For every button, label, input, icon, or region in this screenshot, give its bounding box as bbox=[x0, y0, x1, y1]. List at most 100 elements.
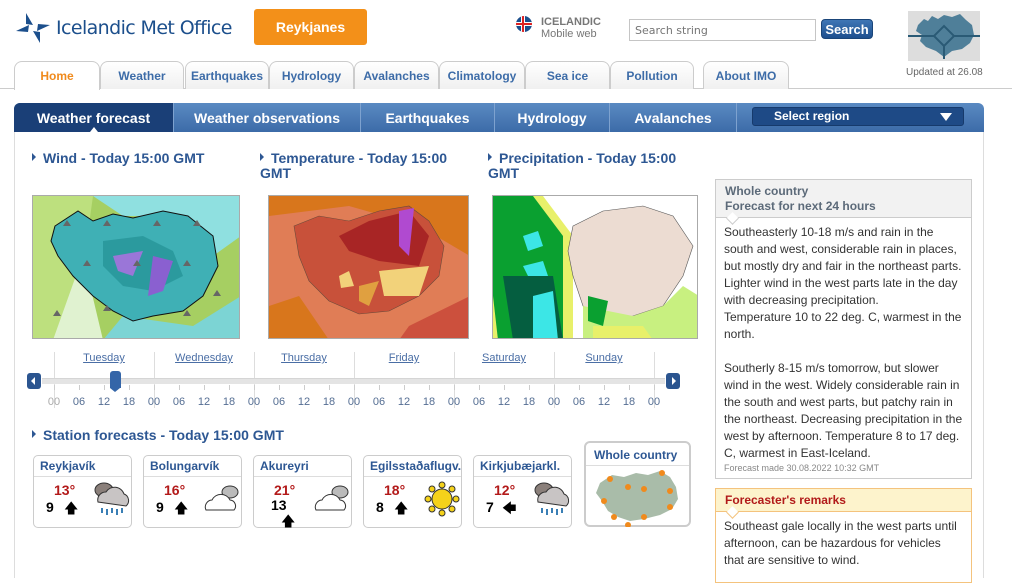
forecasters-remarks: Forecaster's remarks Southeast gale loca… bbox=[715, 488, 972, 583]
subnav-earthquakes[interactable]: Earthquakes bbox=[361, 103, 495, 132]
tab-sea-ice[interactable]: Sea ice bbox=[525, 61, 610, 89]
logo-text: Icelandic Met Office bbox=[56, 17, 232, 39]
whole-country-label: Whole country bbox=[586, 443, 689, 466]
timeline-hour-label[interactable]: 12 bbox=[494, 396, 514, 408]
station-temperature: 16° bbox=[164, 482, 186, 498]
precipitation-map[interactable] bbox=[492, 195, 698, 339]
search-input[interactable] bbox=[629, 19, 816, 41]
timeline-hour-label[interactable]: 18 bbox=[519, 396, 539, 408]
timeline-hour-label[interactable]: 12 bbox=[194, 396, 214, 408]
station-wind-speed: 9 bbox=[46, 499, 54, 515]
timeline-tick bbox=[404, 385, 405, 390]
wind-map-title[interactable]: Wind - Today 15:00 GMT bbox=[32, 151, 252, 166]
station-card[interactable]: Bolungarvík 16° 9 🡅 bbox=[143, 455, 242, 528]
cloudy-icon bbox=[204, 485, 239, 511]
timeline-track[interactable] bbox=[42, 378, 665, 384]
timeline-tick bbox=[579, 385, 580, 390]
station-wind-speed: 9 bbox=[156, 499, 164, 515]
precipitation-map-title[interactable]: Precipitation - Today 15:00 GMT bbox=[488, 151, 688, 181]
temperature-map-title[interactable]: Temperature - Today 15:00 GMT bbox=[260, 151, 460, 181]
timeline-next-button[interactable] bbox=[666, 373, 680, 389]
timeline-tick bbox=[454, 385, 455, 390]
timeline-hour-label[interactable]: 00 bbox=[644, 396, 664, 408]
timeline-prev-button[interactable] bbox=[27, 373, 41, 389]
timeline-hour-label[interactable]: 00 bbox=[144, 396, 164, 408]
timeline-day-thursday[interactable]: Thursday bbox=[254, 352, 354, 364]
timeline-hour-label[interactable]: 00 bbox=[544, 396, 564, 408]
iceland-regions-icon bbox=[908, 11, 980, 61]
temperature-map[interactable] bbox=[268, 195, 469, 339]
timeline-day-tuesday[interactable]: Tuesday bbox=[54, 352, 154, 364]
timeline-day-saturday[interactable]: Saturday bbox=[454, 352, 554, 364]
tab-hydrology[interactable]: Hydrology bbox=[269, 61, 354, 89]
whole-country-card[interactable]: Whole country bbox=[584, 441, 691, 527]
timeline-hour-label[interactable]: 06 bbox=[269, 396, 289, 408]
select-region-dropdown[interactable]: Select region bbox=[752, 107, 964, 126]
timeline-tick bbox=[129, 385, 130, 390]
timeline-hour-label[interactable]: 00 bbox=[44, 396, 64, 408]
station-card[interactable]: Reykjavík 13° 9 🡅 bbox=[33, 455, 132, 528]
subnav-hydrology[interactable]: Hydrology bbox=[495, 103, 610, 132]
language-switch[interactable]: ICELANDIC Mobile web bbox=[516, 16, 601, 40]
station-card[interactable]: Egilsstaðaflugv. 18° 8 🡅 bbox=[363, 455, 462, 528]
subnav-weather-observations[interactable]: Weather observations bbox=[174, 103, 361, 132]
station-card[interactable]: Akureyri 21° 13 🡅 bbox=[253, 455, 352, 529]
timeline-hour-label[interactable]: 06 bbox=[469, 396, 489, 408]
timeline-tick bbox=[479, 385, 480, 390]
remarks-text: Southeast gale locally in the west parts… bbox=[724, 519, 957, 567]
whole-country-forecast: Whole country Forecast for next 24 hours… bbox=[715, 179, 972, 479]
timeline-hour-label[interactable]: 00 bbox=[444, 396, 464, 408]
wind-arrow-up-icon: 🡅 bbox=[281, 513, 296, 529]
bullet-icon bbox=[32, 430, 36, 438]
station-temperature: 21° bbox=[274, 482, 296, 498]
timeline-hour-label[interactable]: 06 bbox=[69, 396, 89, 408]
precipitation-map-image bbox=[493, 196, 697, 338]
timeline-day-sunday[interactable]: Sunday bbox=[554, 352, 654, 364]
timeline-hour-label[interactable]: 12 bbox=[94, 396, 114, 408]
timeline-day-friday[interactable]: Friday bbox=[354, 352, 454, 364]
timeline-day-wednesday[interactable]: Wednesday bbox=[154, 352, 254, 364]
forecast-region-title: Whole country bbox=[725, 184, 809, 198]
tab-avalanches[interactable]: Avalanches bbox=[354, 61, 439, 89]
station-card[interactable]: Kirkjubæjarkl. 12° 7 🡄 bbox=[473, 455, 572, 528]
timeline-tick bbox=[429, 385, 430, 390]
timeline-tick bbox=[504, 385, 505, 390]
tab-climatology[interactable]: Climatology bbox=[439, 61, 525, 89]
timeline-hour-label[interactable]: 06 bbox=[169, 396, 189, 408]
timeline-hour-label[interactable]: 12 bbox=[594, 396, 614, 408]
timeline-hour-label[interactable]: 00 bbox=[344, 396, 364, 408]
timeline-hour-label[interactable]: 18 bbox=[119, 396, 139, 408]
wind-map-image bbox=[33, 196, 239, 338]
station-name: Bolungarvík bbox=[144, 456, 241, 477]
timeline-tick bbox=[379, 385, 380, 390]
station-temperature: 12° bbox=[494, 482, 516, 498]
station-name: Egilsstaðaflugv. bbox=[364, 456, 461, 477]
tab-about-imo[interactable]: About IMO bbox=[703, 61, 789, 89]
timeline-hour-label[interactable]: 00 bbox=[244, 396, 264, 408]
timeline-hour-label[interactable]: 12 bbox=[394, 396, 414, 408]
reykjanes-button[interactable]: Reykjanes bbox=[254, 9, 367, 45]
timeline-hour-label[interactable]: 12 bbox=[294, 396, 314, 408]
timeline-hour-label[interactable]: 18 bbox=[219, 396, 239, 408]
temperature-map-image bbox=[269, 196, 468, 338]
search-button[interactable]: Search bbox=[821, 19, 873, 39]
timeline-hour-label[interactable]: 06 bbox=[569, 396, 589, 408]
timeline-handle[interactable] bbox=[110, 371, 121, 392]
tab-home[interactable]: Home bbox=[14, 61, 100, 90]
subnav-weather-forecast[interactable]: Weather forecast bbox=[14, 103, 174, 132]
region-map-thumbnail[interactable] bbox=[908, 11, 980, 61]
tab-weather[interactable]: Weather bbox=[100, 61, 184, 89]
timeline-hour-label[interactable]: 06 bbox=[369, 396, 389, 408]
forecast-text-today: Southeasterly 10-18 m/s and rain in the … bbox=[724, 225, 962, 307]
sun-icon bbox=[424, 481, 460, 517]
imo-logo[interactable]: Icelandic Met Office bbox=[16, 11, 232, 45]
timeline-hour-label[interactable]: 18 bbox=[419, 396, 439, 408]
tab-earthquakes[interactable]: Earthquakes bbox=[185, 61, 269, 89]
tab-pollution[interactable]: Pollution bbox=[610, 61, 694, 89]
timeline-hour-label[interactable]: 18 bbox=[319, 396, 339, 408]
timeline-hour-label[interactable]: 18 bbox=[619, 396, 639, 408]
station-name: Akureyri bbox=[254, 456, 351, 477]
wind-map[interactable] bbox=[32, 195, 240, 339]
cloudy-icon bbox=[314, 485, 349, 511]
subnav-avalanches[interactable]: Avalanches bbox=[610, 103, 737, 132]
